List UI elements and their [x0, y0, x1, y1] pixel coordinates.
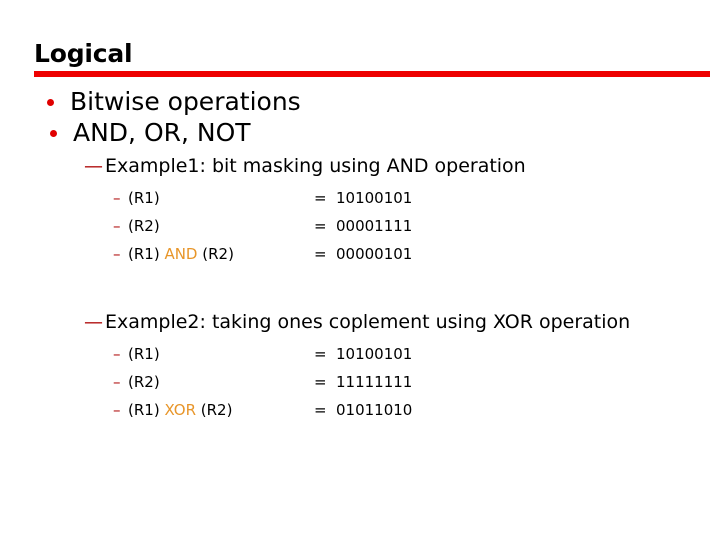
row-value: 10100101: [336, 189, 413, 207]
table-row: – (R1) = 10100101: [113, 184, 710, 212]
row-value: 00000101: [336, 245, 413, 263]
row-result: = 01011010: [314, 396, 412, 424]
list-item: Bitwise operations: [34, 86, 710, 117]
equals-sign: =: [314, 373, 327, 391]
bullet-dot-icon: [50, 130, 57, 137]
title-underline-rule: [34, 71, 710, 77]
row-value: 01011010: [336, 401, 413, 419]
row-result: = 00000101: [314, 240, 412, 268]
slide-canvas: Logical Bitwise operations AND, OR, NOT …: [0, 0, 720, 540]
row-operator: XOR: [164, 401, 196, 419]
row-operand-suffix: (R2): [197, 245, 234, 263]
row-result: = 10100101: [314, 340, 412, 368]
row-result: = 11111111: [314, 368, 412, 396]
row-result: = 10100101: [314, 184, 412, 212]
row-operand-prefix: (R2): [128, 373, 160, 391]
example-heading: — Example2: taking ones coplement using …: [84, 310, 710, 335]
equals-sign: =: [314, 345, 327, 363]
en-dash-marker-icon: –: [113, 217, 121, 235]
row-expression: (R1): [128, 184, 314, 212]
slide-body: Bitwise operations AND, OR, NOT — Exampl…: [34, 86, 710, 424]
equals-sign: =: [314, 245, 327, 263]
row-expression: (R1) XOR (R2): [128, 396, 314, 424]
bullet-label: AND, OR, NOT: [73, 118, 251, 147]
example-heading-label: Example2: taking ones coplement using XO…: [105, 311, 631, 333]
em-dash-marker-icon: —: [84, 311, 103, 333]
em-dash-marker-icon: —: [84, 155, 103, 177]
table-row: – (R1) AND (R2) = 00000101: [113, 240, 710, 268]
row-value: 11111111: [336, 373, 413, 391]
slide-header: Logical: [34, 40, 710, 77]
row-operator: AND: [164, 245, 198, 263]
row-value: 00001111: [336, 217, 413, 235]
row-expression: (R2): [128, 368, 314, 396]
row-value: 10100101: [336, 345, 413, 363]
page-title: Logical: [34, 39, 133, 68]
row-operand-prefix: (R1): [128, 245, 165, 263]
en-dash-marker-icon: –: [113, 245, 121, 263]
en-dash-marker-icon: –: [113, 345, 121, 363]
en-dash-marker-icon: –: [113, 401, 121, 419]
table-row: – (R2) = 11111111: [113, 368, 710, 396]
table-row: – (R2) = 00001111: [113, 212, 710, 240]
row-expression: (R2): [128, 212, 314, 240]
example-rows: – (R1) = 10100101 – (R2) = 11111111 – (R1): [113, 340, 710, 424]
row-operand-prefix: (R1): [128, 401, 165, 419]
row-operand-prefix: (R1): [128, 189, 160, 207]
bullet-dot-icon: [47, 99, 54, 106]
equals-sign: =: [314, 401, 327, 419]
equals-sign: =: [314, 189, 327, 207]
table-row: – (R1) XOR (R2) = 01011010: [113, 396, 710, 424]
bullet-label: Bitwise operations: [70, 87, 301, 116]
table-row: – (R1) = 10100101: [113, 340, 710, 368]
row-result: = 00001111: [314, 212, 412, 240]
en-dash-marker-icon: –: [113, 373, 121, 391]
equals-sign: =: [314, 217, 327, 235]
row-operand-prefix: (R1): [128, 345, 160, 363]
row-operand-suffix: (R2): [196, 401, 233, 419]
row-expression: (R1) AND (R2): [128, 240, 314, 268]
row-operand-prefix: (R2): [128, 217, 160, 235]
en-dash-marker-icon: –: [113, 189, 121, 207]
example-rows: – (R1) = 10100101 – (R2) = 00001111 – (R1): [113, 184, 710, 268]
row-expression: (R1): [128, 340, 314, 368]
list-item: AND, OR, NOT: [34, 117, 710, 148]
example-heading: — Example1: bit masking using AND operat…: [84, 154, 710, 179]
example-heading-label: Example1: bit masking using AND operatio…: [105, 155, 526, 177]
